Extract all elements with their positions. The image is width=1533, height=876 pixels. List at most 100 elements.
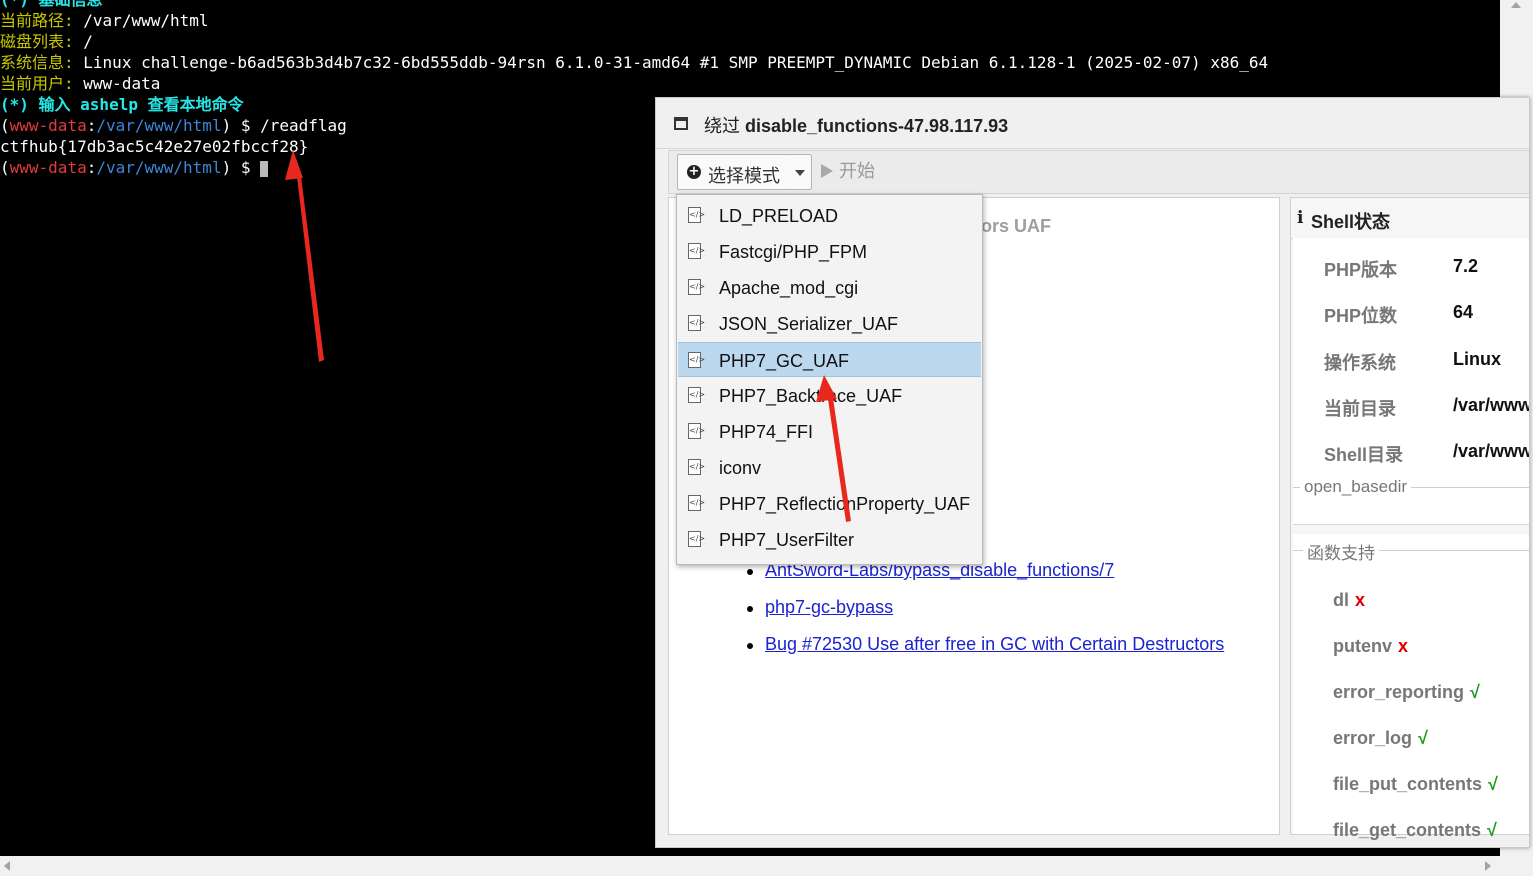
terminal-text: (*) 基础信息	[0, 0, 103, 9]
mode-dropdown-menu: </> LD_PRELOAD </> Fastcgi/PHP_FPM </> Apac…	[676, 194, 983, 565]
status-label: PHP版本	[1324, 260, 1398, 280]
dialog-toolbar: + 选择模式 开始	[668, 150, 1529, 194]
plus-circle-icon: +	[687, 164, 701, 179]
reference-link[interactable]: Bug #72530 Use after free in GC with Cer…	[765, 634, 1224, 654]
list-item: Bug #72530 Use after free in GC with Cer…	[747, 634, 1224, 671]
mode-option-label: JSON_Serializer_UAF	[719, 314, 899, 334]
terminal-line-help: (*) 输入 ashelp 查看本地命令	[0, 94, 244, 115]
mode-option-label: Apache_mod_cgi	[719, 278, 859, 298]
check-icon: √	[1487, 820, 1497, 840]
status-row: PHP版本 7.2	[1293, 256, 1529, 286]
select-mode-button[interactable]: + 选择模式	[677, 154, 790, 190]
code-file-icon: </>	[688, 352, 705, 368]
status-value: Linux	[1453, 349, 1501, 369]
terminal-value: /var/www/html	[83, 11, 209, 30]
prompt-path: /var/www/html	[96, 116, 222, 135]
mode-option[interactable]: </> Fastcgi/PHP_FPM	[678, 234, 981, 269]
terminal-label: 磁盘列表:	[0, 32, 84, 51]
function-support-box: 函数支持 dl x putenv x error_reporting √ error_…	[1293, 534, 1529, 840]
mode-option-label: PHP7_UserFilter	[719, 530, 855, 550]
mode-option[interactable]: </> PHP7_ReflectionProperty_UAF	[678, 486, 981, 521]
mode-option-label: Fastcgi/PHP_FPM	[719, 242, 868, 262]
select-mode-label: 选择模式	[708, 166, 780, 186]
functions-legend: 函数支持	[1303, 539, 1379, 564]
reference-links: AntSword-Labs/bypass_disable_functions/7…	[747, 560, 1224, 671]
terminal-value: Linux challenge-b6ad563b3d4b7c32-6bd555d…	[83, 53, 1269, 72]
function-name: error_log	[1333, 728, 1413, 748]
mode-heading: ors UAF	[981, 216, 1052, 236]
mode-option-label: PHP7_GC_UAF	[719, 351, 850, 371]
mode-option-label: iconv	[719, 458, 762, 478]
terminal-value: /	[83, 32, 93, 51]
code-file-icon: </>	[688, 279, 705, 295]
list-item: php7-gc-bypass	[747, 597, 1224, 634]
prompt-symbol: ) $	[221, 116, 261, 135]
code-file-icon: </>	[688, 243, 705, 259]
shell-status-header: i Shell状态	[1291, 198, 1529, 239]
terminal-value: www-data	[83, 74, 161, 93]
terminal-command: /readflag	[260, 116, 347, 135]
terminal-line-basic-info: (*) 基础信息	[0, 0, 103, 10]
dialog-title-prefix: 绕过	[704, 116, 746, 136]
flag-output: ctfhub{17db3ac5c42e27e02fbccf28}	[0, 137, 309, 156]
scroll-up-icon[interactable]	[1511, 2, 1521, 8]
mode-option[interactable]: </> iconv	[678, 450, 981, 485]
function-name: dl	[1333, 590, 1349, 610]
dialog-titlebar[interactable]: 绕过 disable_functions-47.98.117.93	[656, 98, 1529, 149]
start-label: 开始	[839, 161, 875, 181]
code-file-icon: </>	[688, 495, 705, 511]
mode-option-label: PHP7_ReflectionProperty_UAF	[719, 494, 971, 514]
function-row: error_reporting √	[1333, 682, 1480, 703]
list-item: AntSword-Labs/bypass_disable_functions/7	[747, 560, 1224, 597]
function-row: putenv x	[1333, 636, 1408, 657]
mode-option-label: PHP74_FFI	[719, 422, 814, 442]
info-icon: i	[1297, 208, 1304, 228]
terminal-line-sysinfo: 系统信息: Linux challenge-b6ad563b3d4b7c32-6…	[0, 52, 1268, 73]
shell-status-panel: i Shell状态 PHP版本 7.2 PHP位数 64 操作系统 Linux 当前目…	[1290, 197, 1529, 840]
mode-option[interactable]: </> Apache_mod_cgi	[678, 270, 981, 305]
terminal-line-command: (www-data:/var/www/html) $ /readflag	[0, 115, 347, 136]
function-name: file_get_contents	[1333, 820, 1482, 840]
chevron-down-icon	[795, 170, 805, 176]
prompt-path: /var/www/html	[96, 158, 222, 177]
bullet-icon	[747, 606, 753, 612]
dialog-title: 绕过 disable_functions-47.98.117.93	[704, 112, 1008, 138]
scroll-left-icon[interactable]	[4, 861, 10, 871]
terminal-line-disks: 磁盘列表: /	[0, 31, 93, 52]
mode-option-selected[interactable]: </> PHP7_GC_UAF	[678, 342, 981, 377]
shell-status-title: Shell状态	[1311, 212, 1391, 232]
horizontal-scrollbar[interactable]	[0, 856, 1533, 876]
terminal-line-user: 当前用户: www-data	[0, 73, 160, 94]
status-row: 操作系统 Linux	[1293, 349, 1529, 379]
mode-option[interactable]: </> PHP74_FFI	[678, 414, 981, 449]
prompt-user: www-data	[9, 116, 87, 135]
status-label: 操作系统	[1324, 353, 1396, 373]
function-name: file_put_contents	[1333, 774, 1483, 794]
shell-status-info: PHP版本 7.2 PHP位数 64 操作系统 Linux 当前目录/var/www/…	[1293, 238, 1529, 525]
prompt-symbol: ) $	[221, 158, 261, 177]
code-file-icon: </>	[688, 387, 705, 403]
check-icon: √	[1488, 774, 1498, 794]
check-icon: √	[1470, 682, 1480, 702]
mode-option[interactable]: </> PHP7_Backtrace_UAF	[678, 378, 981, 413]
terminal-line-output: ctfhub{17db3ac5c42e27e02fbccf28}	[0, 136, 308, 157]
mode-option[interactable]: </> LD_PRELOAD	[678, 198, 981, 233]
select-mode-dropdown-toggle[interactable]	[789, 154, 812, 190]
dialog-title-target: disable_functions-47.98.117.93	[745, 116, 1009, 136]
start-button[interactable]: 开始	[821, 157, 875, 185]
prompt-paren: (	[0, 158, 10, 177]
terminal-line-prompt[interactable]: (www-data:/var/www/html) $	[0, 157, 269, 178]
cross-icon: x	[1398, 636, 1409, 656]
reference-link[interactable]: php7-gc-bypass	[765, 597, 893, 617]
cross-icon: x	[1355, 590, 1366, 610]
prompt-colon: :	[86, 116, 97, 135]
bullet-icon	[747, 643, 753, 649]
terminal-label: 当前用户:	[0, 74, 84, 93]
status-value: /var/www/html	[1453, 395, 1529, 415]
mode-option[interactable]: </> JSON_Serializer_UAF	[678, 306, 981, 341]
scroll-right-icon[interactable]	[1485, 861, 1491, 871]
open-basedir-legend: open_basedir	[1300, 477, 1412, 497]
terminal-text: (*) 输入 ashelp 查看本地命令	[0, 95, 244, 114]
status-value: /var/www/html	[1453, 441, 1529, 461]
mode-option[interactable]: </> PHP7_UserFilter	[678, 522, 981, 557]
